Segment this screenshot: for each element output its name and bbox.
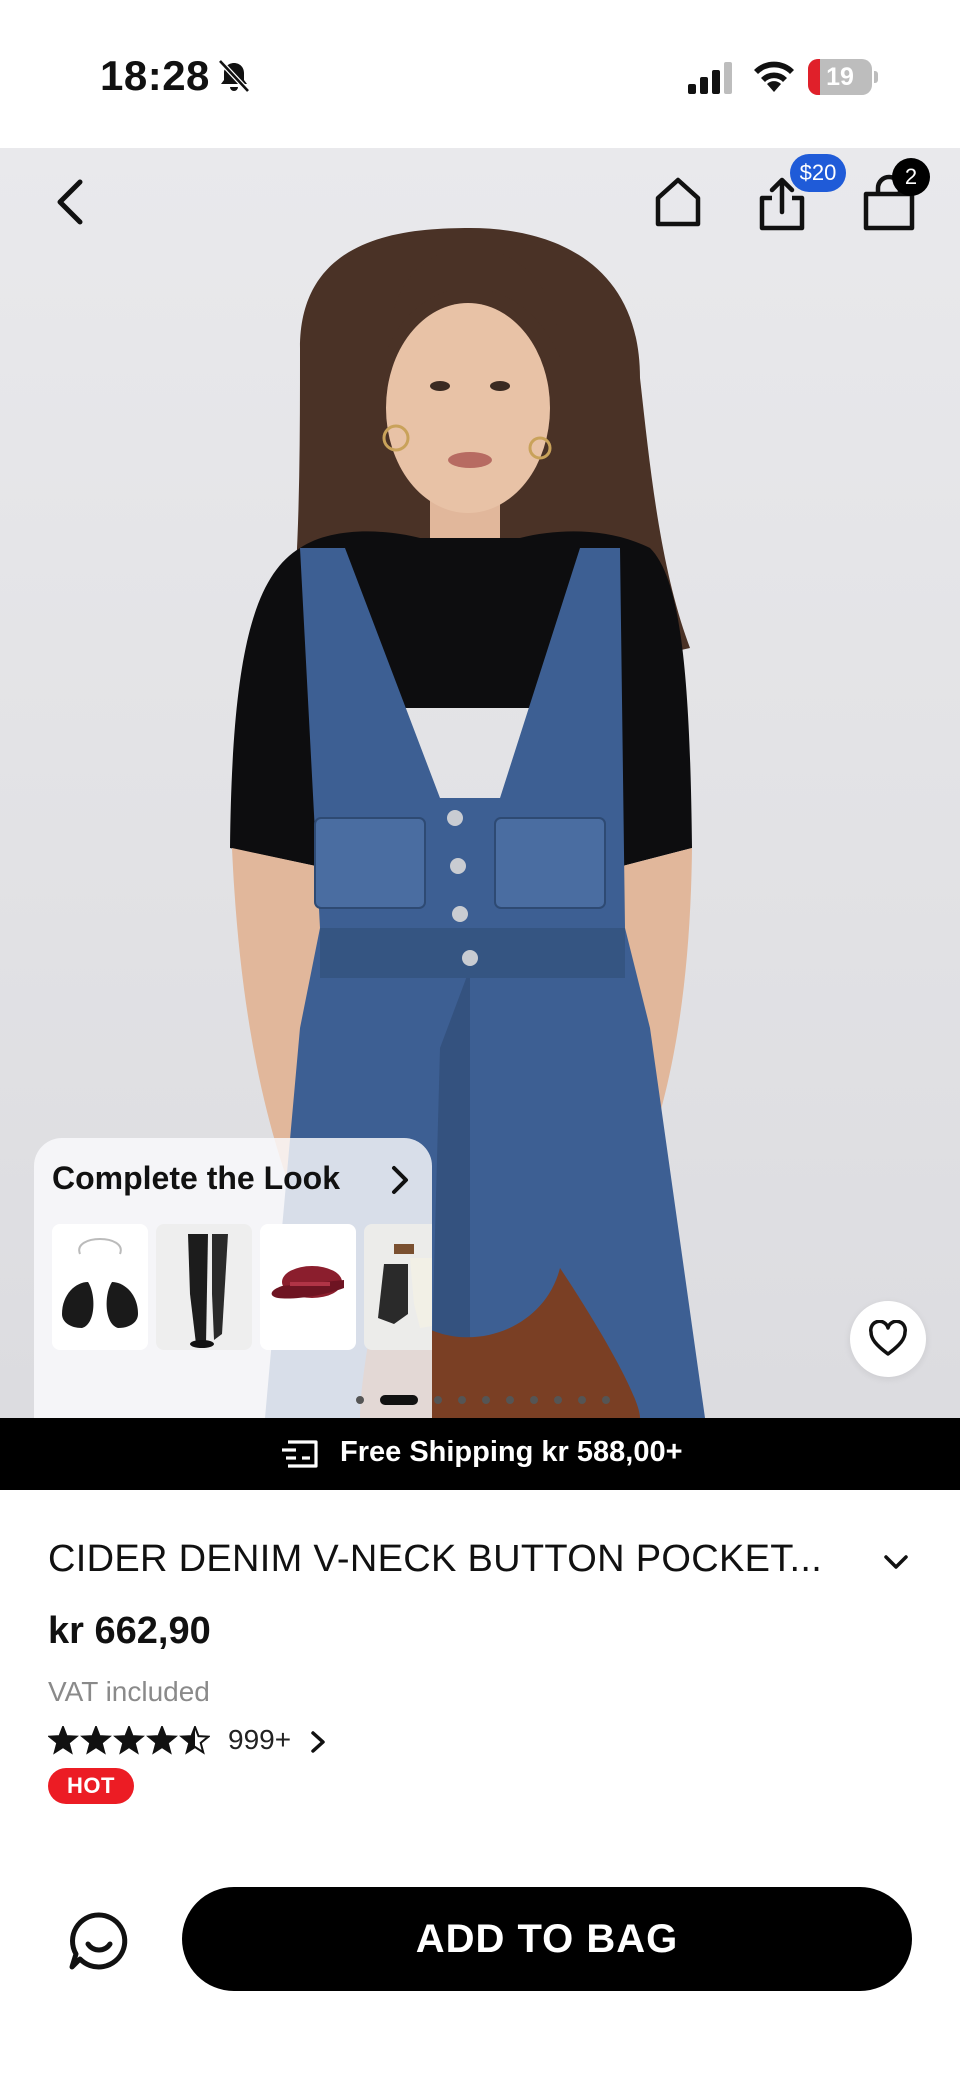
signal-icon — [688, 62, 732, 94]
bell-off-icon — [218, 59, 250, 93]
back-button[interactable] — [46, 172, 96, 232]
product-title-row[interactable]: CIDER DENIM V-NECK BUTTON POCKET... — [48, 1538, 908, 1586]
gallery-pagination — [356, 1394, 616, 1406]
rating-count: 999+ — [228, 1724, 292, 1755]
chevron-right-icon[interactable] — [386, 1160, 414, 1200]
free-shipping-text: Free Shipping kr 588,00+ — [340, 1436, 683, 1468]
pagination-dot — [506, 1396, 514, 1404]
home-icon — [655, 177, 701, 227]
pagination-dot-active — [380, 1395, 418, 1405]
battery-level: 19 — [826, 63, 854, 91]
product-title: CIDER DENIM V-NECK BUTTON POCKET... — [48, 1538, 823, 1580]
pagination-dot — [434, 1396, 442, 1404]
heart-icon — [869, 1320, 907, 1356]
add-to-bag-button[interactable]: ADD TO BAG — [182, 1887, 912, 1991]
hot-badge: HOT — [48, 1768, 134, 1804]
pagination-dot — [578, 1396, 586, 1404]
cart-count-badge: 2 — [892, 158, 930, 196]
product-image-gallery[interactable]: $20 2 Complete the Look — [0, 148, 960, 1418]
tights-thumbnail — [188, 1234, 228, 1348]
star-icon — [48, 1726, 79, 1755]
wifi-icon — [754, 61, 794, 92]
status-bar: 18:28 19 — [0, 0, 960, 148]
vat-note: VAT included — [48, 1676, 210, 1707]
look-item-socks[interactable] — [364, 1224, 432, 1350]
complete-the-look-title: Complete the Look — [52, 1160, 341, 1196]
look-items-strip — [52, 1224, 432, 1352]
chevron-down-icon[interactable] — [880, 1546, 912, 1578]
pagination-dot — [602, 1396, 610, 1404]
pagination-dot — [554, 1396, 562, 1404]
free-shipping-banner[interactable]: Free Shipping kr 588,00+ — [0, 1418, 960, 1490]
status-time: 18:28 — [100, 52, 210, 99]
look-item-tights[interactable] — [156, 1224, 252, 1350]
share-reward-badge: $20 — [790, 154, 846, 192]
pagination-dot — [482, 1396, 490, 1404]
red-cap-thumbnail — [271, 1266, 344, 1299]
pagination-dot — [458, 1396, 466, 1404]
socks-thumbnail — [378, 1244, 432, 1328]
shipping-truck-icon — [282, 1440, 318, 1468]
pagination-dot — [356, 1396, 364, 1404]
bra-thumbnail — [62, 1238, 138, 1328]
star-icon — [146, 1726, 178, 1755]
pagination-dot — [530, 1396, 538, 1404]
complete-the-look-card[interactable]: Complete the Look — [34, 1138, 432, 1418]
back-chevron-icon — [57, 179, 83, 225]
home-button[interactable] — [650, 172, 706, 232]
chat-button[interactable] — [68, 1910, 130, 1972]
rating-stars — [48, 1726, 210, 1755]
rating-row[interactable]: 999+ — [48, 1722, 368, 1762]
battery-icon: 19 — [808, 59, 878, 95]
look-item-bra[interactable] — [52, 1224, 148, 1350]
star-icon — [113, 1726, 145, 1755]
chevron-right-icon — [311, 1731, 325, 1753]
chat-icon — [69, 1912, 128, 1970]
star-icon — [80, 1726, 112, 1755]
look-item-cap[interactable] — [260, 1224, 356, 1350]
star-icon — [179, 1726, 210, 1755]
wishlist-button[interactable] — [850, 1301, 926, 1377]
product-price: kr 662,90 — [48, 1610, 211, 1652]
